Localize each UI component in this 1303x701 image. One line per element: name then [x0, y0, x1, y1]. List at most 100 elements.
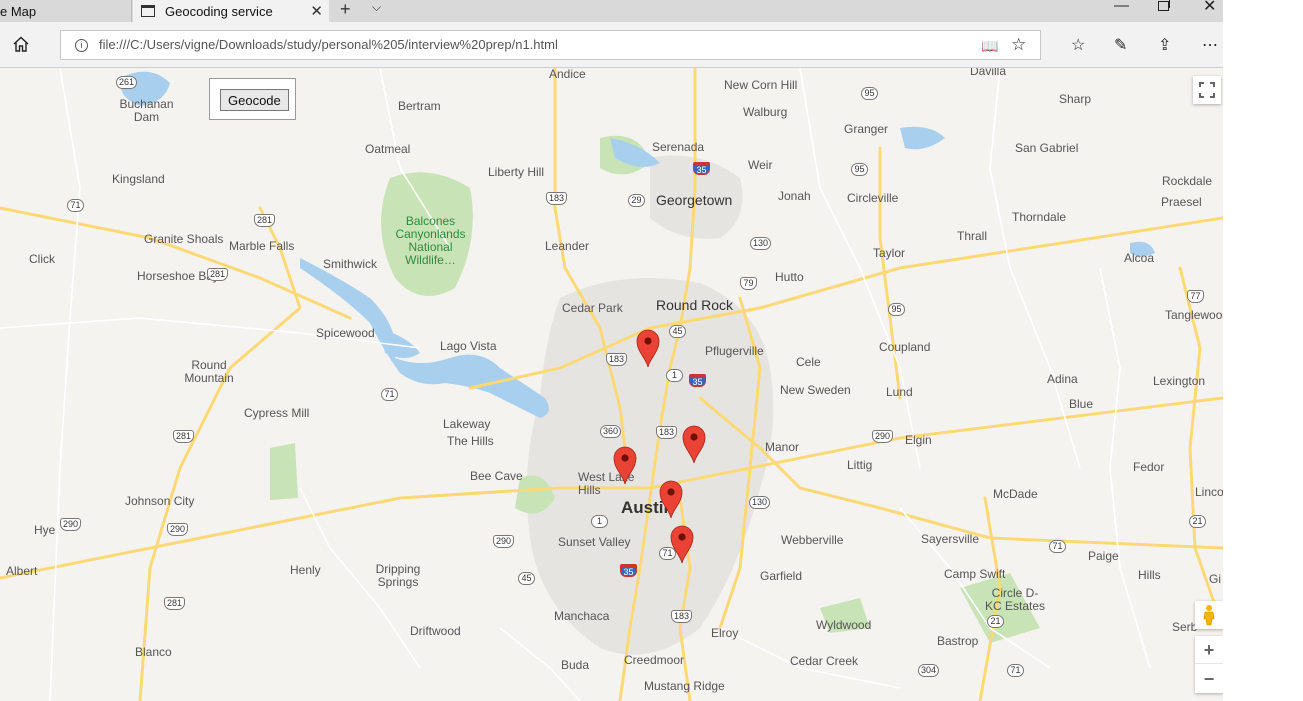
favorite-star-icon[interactable]: ☆: [1011, 35, 1026, 55]
route-shield: 21: [1189, 515, 1206, 528]
zoom-in-button[interactable]: +: [1195, 636, 1223, 664]
place-label: Pflugerville: [705, 344, 764, 358]
place-label: Kingsland: [112, 172, 165, 186]
geocode-button[interactable]: Geocode: [220, 89, 289, 111]
place-label: Granger: [844, 122, 889, 136]
close-window-icon[interactable]: ✕: [1203, 0, 1216, 15]
zoom-out-button[interactable]: −: [1195, 665, 1223, 693]
place-label: Spicewood: [316, 326, 375, 340]
favorites-list-icon[interactable]: ☆: [1071, 35, 1085, 55]
place-label: Blanco: [135, 645, 172, 659]
route-shield: 77: [1187, 290, 1204, 303]
address-bar[interactable]: i file:///C:/Users/vigne/Downloads/study…: [60, 30, 1041, 60]
route-shield: 130: [750, 237, 772, 250]
place-label: Lexington: [1153, 374, 1206, 388]
route-shield: 35: [689, 374, 706, 387]
route-shield: 281: [164, 597, 186, 610]
place-label: Littig: [847, 458, 873, 472]
pegman-icon: [1203, 605, 1215, 626]
pen-icon[interactable]: ✎: [1114, 35, 1127, 55]
place-label: Tanglewood: [1165, 308, 1223, 322]
close-tab-icon[interactable]: ✕: [310, 2, 323, 20]
route-shield: 281: [173, 430, 195, 443]
place-label: Weir: [748, 158, 773, 172]
route-shield: 45: [669, 325, 686, 338]
place-label: Cedar Park: [562, 301, 623, 315]
place-label: New Corn Hill: [724, 78, 798, 92]
route-shield: 290: [60, 518, 82, 531]
url-text[interactable]: file:///C:/Users/vigne/Downloads/study/p…: [99, 37, 558, 52]
place-label: Cele: [796, 355, 821, 369]
place-label: Lago Vista: [440, 339, 497, 353]
place-label: Serb: [1172, 620, 1198, 634]
place-label: The Hills: [447, 434, 494, 448]
place-label: Coupland: [879, 340, 931, 354]
route-shield: 95: [888, 303, 905, 316]
new-tab-icon[interactable]: +: [340, 0, 351, 18]
map-marker[interactable]: [659, 479, 683, 519]
place-label: Davilla: [970, 68, 1007, 78]
page-icon: [141, 5, 155, 17]
route-shield: 290: [872, 430, 894, 443]
route-shield: 71: [1049, 540, 1066, 553]
place-label: Leander: [545, 239, 590, 253]
tab-map[interactable]: e Map: [0, 0, 132, 22]
place-label: Lund: [886, 385, 913, 399]
map-marker[interactable]: [636, 328, 660, 368]
fullscreen-button[interactable]: [1193, 76, 1221, 104]
place-label: McDade: [993, 487, 1038, 501]
map-marker[interactable]: [613, 445, 637, 485]
place-label: Elgin: [905, 433, 932, 447]
place-label: Buchanan Dam: [119, 97, 174, 124]
reading-view-icon[interactable]: 📖: [981, 38, 998, 55]
minimize-icon[interactable]: —: [1114, 0, 1129, 13]
place-label: Walburg: [743, 105, 788, 119]
place-label: Johnson City: [125, 494, 195, 508]
place-label: Wyldwood: [816, 618, 872, 632]
route-shield: 45: [518, 572, 535, 585]
place-label: Sharp: [1059, 92, 1092, 106]
place-label: Liberty Hill: [488, 165, 545, 179]
route-shield: 183: [656, 426, 678, 439]
home-icon[interactable]: [12, 35, 30, 53]
place-label: Georgetown: [656, 192, 733, 208]
map-canvas[interactable]: Andice Davilla Buchanan Dam Bertram New …: [0, 68, 1223, 701]
place-label: Taylor: [873, 246, 906, 260]
place-label: Jonah: [778, 189, 811, 203]
route-shield: 71: [381, 388, 398, 401]
restore-icon[interactable]: [1158, 0, 1170, 11]
map-marker[interactable]: [682, 424, 706, 464]
place-label: Linco: [1195, 485, 1223, 499]
zoom-control: + −: [1195, 636, 1223, 693]
place-label: Circleville: [847, 191, 899, 205]
place-label: Click: [29, 252, 55, 266]
share-icon[interactable]: ⇪: [1158, 35, 1171, 55]
place-label: Granite Shoals: [144, 232, 224, 246]
map-marker[interactable]: [670, 524, 694, 564]
route-shield: 71: [1007, 664, 1024, 677]
geocode-panel: Geocode: [209, 78, 296, 120]
place-label: Bertram: [398, 99, 441, 113]
place-label: Round Mountain: [184, 358, 234, 385]
more-icon[interactable]: ⋯: [1202, 35, 1218, 55]
street-view-pegman[interactable]: [1195, 601, 1223, 629]
browser-toolbar: i file:///C:/Users/vigne/Downloads/study…: [0, 22, 1223, 68]
route-shield: 281: [207, 268, 229, 281]
place-label: Mustang Ridge: [644, 679, 725, 693]
route-shield: 304: [918, 664, 940, 677]
route-shield: 183: [546, 192, 568, 205]
place-label: Elroy: [711, 626, 739, 640]
place-label: Praesel: [1161, 195, 1202, 209]
route-shield: 1: [666, 369, 683, 382]
info-icon[interactable]: i: [75, 39, 88, 52]
route-shield: 35: [620, 564, 637, 577]
place-label: Smithwick: [323, 257, 378, 271]
tab-geocoding-service[interactable]: Geocoding service ✕: [133, 0, 329, 22]
place-label: Marble Falls: [229, 239, 295, 253]
route-shield: 21: [987, 615, 1004, 628]
chevron-down-icon[interactable]: ⌵: [372, 0, 381, 15]
place-label: Albert: [6, 564, 38, 578]
route-shield: 95: [861, 87, 878, 100]
place-label: Round Rock: [656, 297, 734, 313]
route-shield: 261: [116, 76, 138, 89]
